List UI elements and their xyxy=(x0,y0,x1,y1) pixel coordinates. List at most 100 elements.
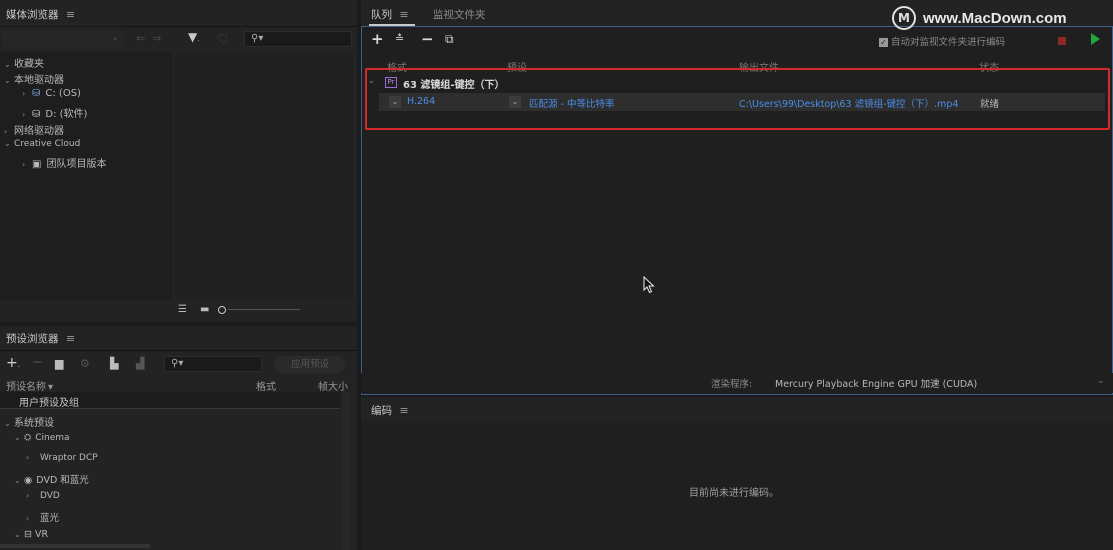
tree-label: 网络驱动器 xyxy=(14,126,64,137)
list-item-wraptor[interactable]: › Wraptor DCP xyxy=(26,453,98,463)
panel-menu-icon[interactable]: ≡ xyxy=(399,8,408,21)
apply-preset-button[interactable]: 应用预设 xyxy=(275,356,345,373)
chevron-down-icon: ⌄ xyxy=(111,33,119,43)
highlight-box xyxy=(365,68,1110,130)
stop-queue-icon[interactable] xyxy=(1058,37,1066,45)
tree-label: Creative Cloud xyxy=(14,139,81,149)
renderer-dropdown[interactable]: Mercury Playback Engine GPU 加速 (CUDA) xyxy=(775,376,977,390)
auto-encode-checkbox[interactable]: ✓ 自动对监视文件夹进行编码 xyxy=(879,34,1005,48)
location-dropdown[interactable]: ⌄ xyxy=(2,31,124,47)
preset-browser-panel: 预设浏览器 ≡ +. − ▆ ⚙ ▙ ▟ ⚲▾ 应用预设 预设名称 ▾ 格式 帧大… xyxy=(0,326,357,550)
media-content-area xyxy=(175,52,353,300)
renderer-label: 渲染程序: xyxy=(711,379,753,390)
tree-label: D: (软件) xyxy=(45,109,88,120)
thumbnail-view-icon[interactable]: ▬ xyxy=(200,304,209,315)
renderer-bar: 渲染程序: Mercury Playback Engine GPU 加速 (CU… xyxy=(361,373,1113,393)
list-item-label: 系统预设 xyxy=(14,418,54,429)
refresh-icon[interactable]: ◌ xyxy=(218,31,228,44)
settings-sliders-icon[interactable]: ≛ xyxy=(395,32,404,45)
chevron-down-icon[interactable]: ⌄ xyxy=(1097,376,1105,386)
start-queue-icon[interactable] xyxy=(1091,33,1100,45)
list-item-label: VR xyxy=(34,529,49,540)
list-item-label: DVD xyxy=(40,491,60,501)
media-browser-title: 媒体浏览器 ≡ xyxy=(6,7,75,22)
drive-icon: ⛁ xyxy=(32,109,41,120)
import-preset-icon[interactable]: ▙ xyxy=(110,357,118,370)
tab-watch-folders[interactable]: 监视文件夹 xyxy=(433,7,486,22)
tree-item-drive-c[interactable]: › ⛁ C: (OS) xyxy=(22,88,81,99)
panel-menu-icon[interactable]: ≡ xyxy=(399,404,408,417)
tree-label: C: (OS) xyxy=(45,88,81,99)
preset-browser-divider xyxy=(0,350,357,351)
list-item-dvd-bluray[interactable]: ⌄ ◉ DVD 和蓝光 xyxy=(14,472,89,486)
list-view-icon[interactable]: ☰ xyxy=(178,304,187,315)
queue-panel: 队列 ≡ 监视文件夹 + ≛ − ⧉ ✓ 自动对监视文件夹进行编码 格式 预设 输… xyxy=(361,0,1113,395)
tree-item-team-projects[interactable]: › ▣ 团队项目版本 xyxy=(22,155,106,170)
panel-menu-icon[interactable]: ≡ xyxy=(66,8,75,21)
add-preset-icon[interactable]: +. xyxy=(6,355,20,371)
remove-preset-icon[interactable]: − xyxy=(32,355,43,370)
encoding-title: 编码 ≡ xyxy=(371,403,409,418)
zoom-slider-handle[interactable] xyxy=(218,306,226,314)
column-format[interactable]: 格式 xyxy=(256,378,276,393)
media-search-input[interactable]: ⚲▾ xyxy=(244,31,352,47)
preset-browser-title: 预设浏览器 ≡ xyxy=(6,331,75,346)
remove-icon[interactable]: − xyxy=(421,30,434,48)
tree-label: 团队项目版本 xyxy=(46,159,107,170)
column-frame-size[interactable]: 帧大小 xyxy=(318,378,354,393)
encoding-title-text: 编码 xyxy=(371,405,392,417)
zoom-slider-track xyxy=(228,309,300,310)
list-item-cinema[interactable]: ⌄ ⛭ Cinema xyxy=(14,433,70,443)
drive-icon: ⛁ xyxy=(32,88,41,99)
disc-icon: ◉ xyxy=(24,475,33,486)
panel-menu-icon[interactable]: ≡ xyxy=(66,332,75,345)
tree-item-network-drives[interactable]: › 网络驱动器 xyxy=(4,122,64,137)
tree-item-favorites[interactable]: ⌄ 收藏夹 xyxy=(4,55,44,70)
column-preset-name[interactable]: 预设名称 ▾ xyxy=(6,378,53,393)
watermark-text: www.MacDown.com xyxy=(923,10,1067,27)
duplicate-icon[interactable]: ⧉ xyxy=(445,32,454,47)
list-item-label: DVD 和蓝光 xyxy=(36,475,89,486)
encoding-panel: 编码 ≡ 目前尚未进行编码。 xyxy=(361,397,1113,550)
back-arrow-icon[interactable]: ⇐ xyxy=(136,32,145,45)
zoom-slider[interactable] xyxy=(218,306,302,314)
list-item-label: Wraptor DCP xyxy=(40,453,98,463)
macdown-logo: M xyxy=(892,6,916,30)
forward-arrow-icon[interactable]: ⇒ xyxy=(152,32,161,45)
mouse-cursor-icon xyxy=(643,275,655,297)
tree-item-local-drives[interactable]: ⌄ 本地驱动器 xyxy=(4,71,64,86)
encoding-empty-message: 目前尚未进行编码。 xyxy=(689,488,779,499)
preset-list-scrollbar[interactable] xyxy=(342,392,350,550)
preset-search-input[interactable]: ⚲▾ xyxy=(164,356,262,372)
add-source-icon[interactable]: + xyxy=(371,30,384,48)
search-icon: ⚲▾ xyxy=(251,33,264,44)
tree-item-drive-d[interactable]: › ⛁ D: (软件) xyxy=(22,105,87,120)
media-tree: ⌄ 收藏夹 ⌄ 本地驱动器 › ⛁ C: (OS) › ⛁ D: (软件) › 网络驱动器 ⌄… xyxy=(0,52,172,300)
list-item-dvd[interactable]: › DVD xyxy=(26,491,60,501)
media-browser-title-text: 媒体浏览器 xyxy=(6,9,59,21)
tree-item-creative-cloud[interactable]: ⌄ Creative Cloud xyxy=(4,139,80,149)
export-preset-icon[interactable]: ▟ xyxy=(136,357,144,370)
preset-list: 用户预设及组 ⌄ 系统预设 ⌄ ⛭ Cinema › Wraptor DCP ⌄ ◉ DVD… xyxy=(0,392,340,550)
list-item-user-presets[interactable]: 用户预设及组 xyxy=(0,392,340,409)
preset-list-hscrollbar[interactable] xyxy=(0,544,150,548)
list-item-system-presets[interactable]: ⌄ 系统预设 xyxy=(4,414,54,429)
preset-browser-title-text: 预设浏览器 xyxy=(6,333,59,345)
checkbox-checked-icon: ✓ xyxy=(879,38,888,47)
list-item-label: 蓝光 xyxy=(40,513,60,524)
new-group-icon[interactable]: ▆ xyxy=(55,357,63,370)
tab-queue[interactable]: 队列 ≡ xyxy=(371,7,409,22)
auto-encode-label: 自动对监视文件夹进行编码 xyxy=(891,37,1006,48)
list-item-bluray[interactable]: › 蓝光 xyxy=(26,510,59,524)
list-item-label: Cinema xyxy=(35,433,70,443)
team-project-icon: ▣ xyxy=(32,159,42,170)
tree-label: 本地驱动器 xyxy=(14,75,64,86)
media-browser-divider xyxy=(0,26,357,27)
media-browser-panel: 媒体浏览器 ≡ ⌄ ⇐ ⇒ ▼. ◌ ⚲▾ ⌄ 收藏夹 ⌄ 本地驱动器 › ⛁ C: (… xyxy=(0,0,357,322)
filter-icon[interactable]: ▼. xyxy=(188,30,199,44)
vr-headset-icon: ⊟ xyxy=(24,529,32,540)
list-item-vr[interactable]: ⌄ ⊟ VR xyxy=(14,529,48,540)
tree-label: 收藏夹 xyxy=(14,59,44,70)
list-item-label: 用户预设及组 xyxy=(19,398,79,409)
preset-settings-icon[interactable]: ⚙ xyxy=(80,357,90,370)
